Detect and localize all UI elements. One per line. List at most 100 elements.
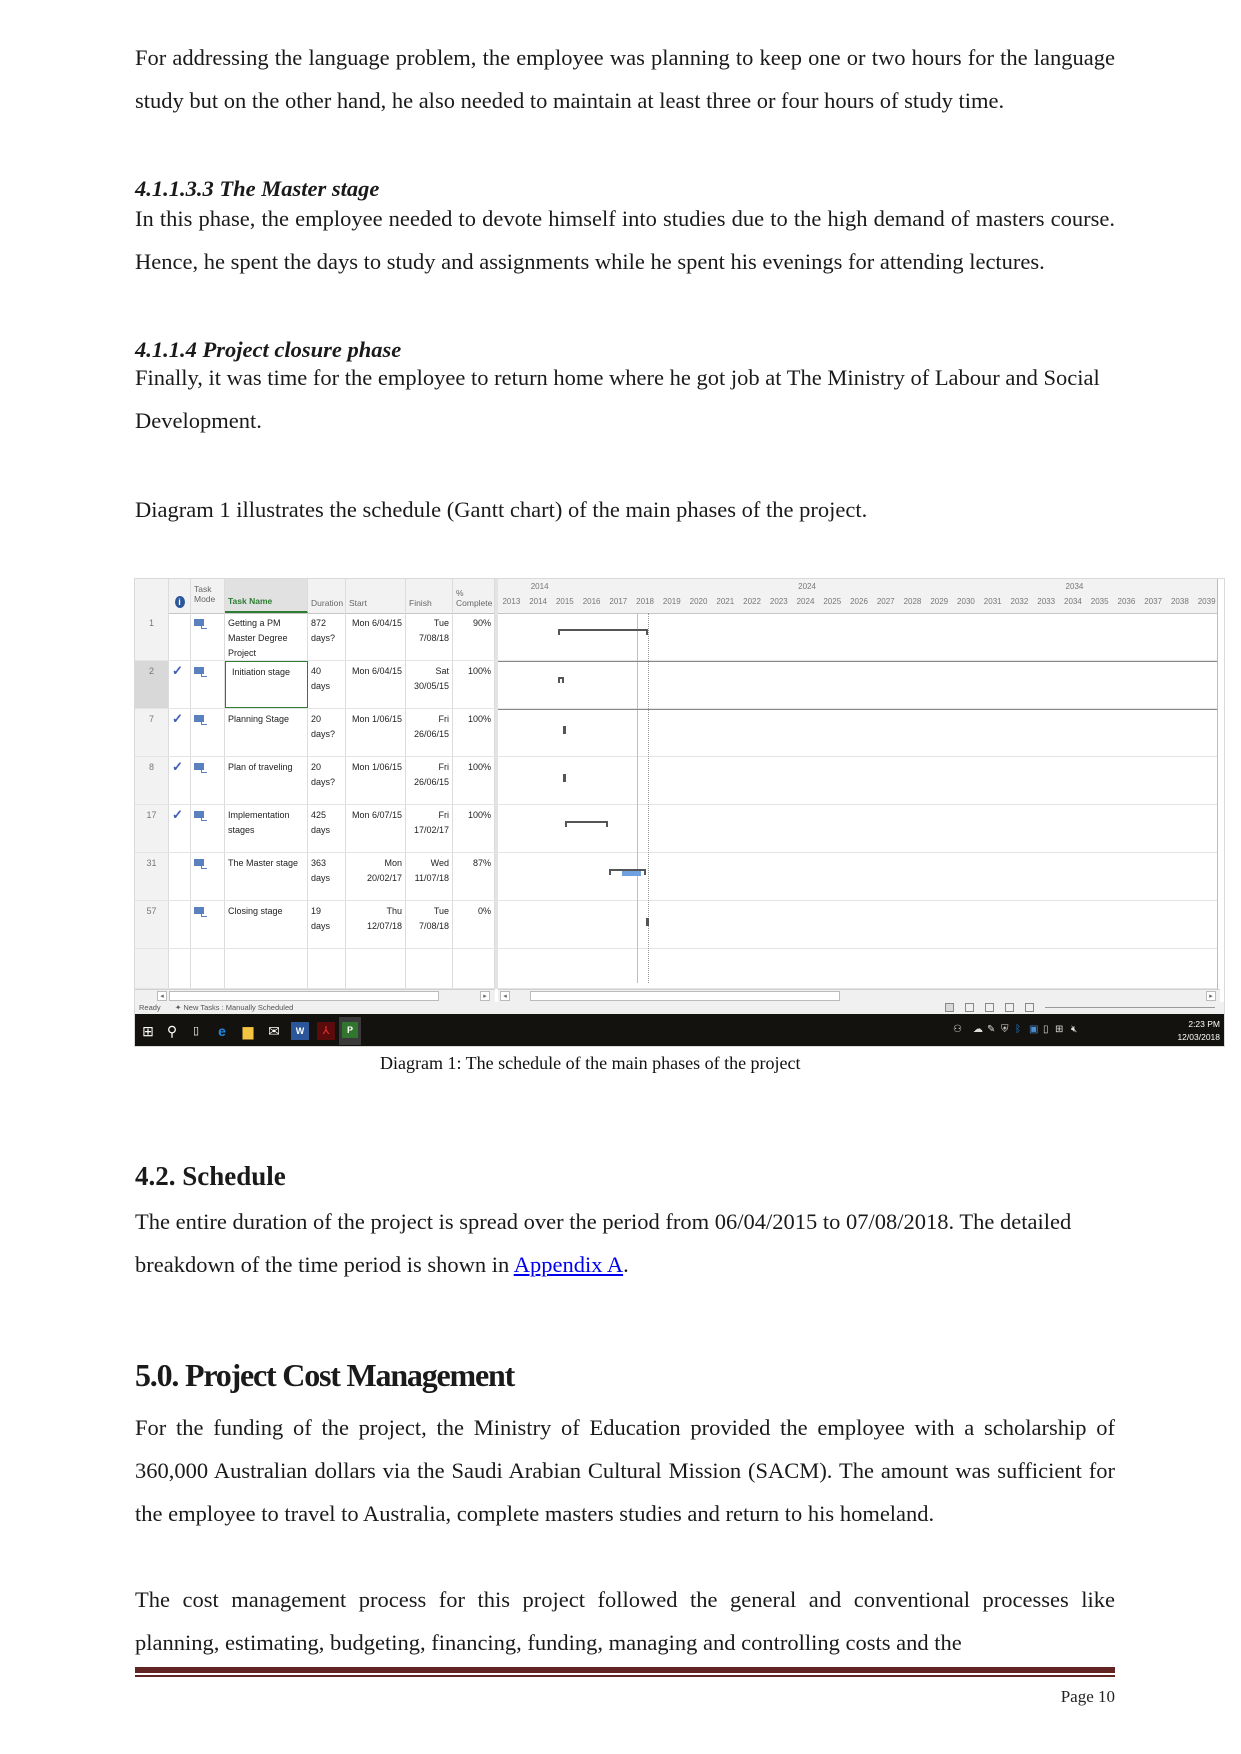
done-indicator[interactable]: [169, 853, 191, 900]
acrobat-icon[interactable]: ⅄: [317, 1022, 335, 1040]
zoom-slider[interactable]: [1045, 1007, 1215, 1008]
scroll-thumb[interactable]: [169, 991, 439, 1001]
task-mode-header[interactable]: Task Mode: [191, 579, 225, 613]
done-indicator[interactable]: ✓: [169, 757, 191, 804]
summary-bar[interactable]: [565, 821, 609, 827]
task-name[interactable]: Initiation stage: [225, 661, 308, 708]
task-finish[interactable]: Tue 7/08/18: [406, 901, 453, 948]
table-horizontal-scrollbar[interactable]: ◂ ▸: [135, 989, 495, 1003]
task-duration[interactable]: 20 days?: [308, 709, 346, 756]
task-finish[interactable]: Sat 30/05/15: [406, 661, 453, 708]
task-mode[interactable]: [191, 901, 225, 948]
scroll-right-arrow[interactable]: ▸: [1206, 991, 1216, 1001]
info-column-header[interactable]: i: [169, 579, 191, 613]
done-indicator[interactable]: ✓: [169, 805, 191, 852]
project-icon[interactable]: P: [339, 1017, 361, 1045]
task-start[interactable]: Mon 6/07/15: [346, 805, 406, 852]
complete-header[interactable]: % Complete: [453, 579, 495, 613]
task-mode[interactable]: [191, 709, 225, 756]
empty-cell[interactable]: [191, 949, 225, 988]
row-number[interactable]: 31: [135, 853, 169, 900]
task-complete[interactable]: 90%: [453, 613, 495, 660]
task-name[interactable]: The Master stage: [225, 853, 308, 900]
summary-bar[interactable]: [558, 629, 648, 635]
task-finish[interactable]: Fri 26/06/15: [406, 709, 453, 756]
task-name-header[interactable]: Task Name: [225, 579, 308, 613]
new-tasks-mode[interactable]: ✦ New Tasks : Manually Scheduled: [175, 1003, 293, 1012]
milestone-bar[interactable]: [562, 726, 566, 734]
word-icon[interactable]: W: [291, 1022, 309, 1040]
task-duration[interactable]: 425 days: [308, 805, 346, 852]
app-tray-icon[interactable]: ▣: [1029, 1024, 1038, 1035]
row-number[interactable]: 7: [135, 709, 169, 756]
row-number[interactable]: 57: [135, 901, 169, 948]
task-complete[interactable]: 0%: [453, 901, 495, 948]
scroll-left-arrow[interactable]: ◂: [157, 991, 167, 1001]
done-indicator[interactable]: [169, 613, 191, 660]
done-indicator[interactable]: ✓: [169, 709, 191, 756]
task-start[interactable]: Mon 1/06/15: [346, 709, 406, 756]
task-duration[interactable]: 872 days?: [308, 613, 346, 660]
task-start[interactable]: Mon 1/06/15: [346, 757, 406, 804]
defender-icon[interactable]: ⛨: [1001, 1024, 1009, 1035]
done-indicator[interactable]: [169, 901, 191, 948]
empty-cell[interactable]: [346, 949, 406, 988]
task-mode[interactable]: [191, 613, 225, 660]
team-planner-view-icon[interactable]: [985, 1003, 994, 1012]
task-finish[interactable]: Fri 26/06/15: [406, 757, 453, 804]
task-name[interactable]: Plan of traveling: [225, 757, 308, 804]
system-clock[interactable]: 2:23 PM 12/03/2018: [1177, 1018, 1220, 1044]
task-name[interactable]: Getting a PM Master Degree Project: [225, 613, 308, 660]
task-finish[interactable]: Wed 11/07/18: [406, 853, 453, 900]
progress-bar[interactable]: [621, 871, 642, 876]
milestone-bar[interactable]: [645, 918, 649, 926]
edge-icon[interactable]: e: [213, 1022, 231, 1040]
row-number[interactable]: 2: [135, 661, 169, 708]
resource-sheet-view-icon[interactable]: [1005, 1003, 1014, 1012]
search-icon[interactable]: ⚲: [163, 1022, 181, 1040]
vertical-scrollbar[interactable]: [1217, 579, 1224, 989]
task-duration[interactable]: 20 days?: [308, 757, 346, 804]
task-finish[interactable]: Tue 7/08/18: [406, 613, 453, 660]
duration-header[interactable]: Duration: [308, 579, 346, 613]
windows-start-icon[interactable]: ⊞: [139, 1022, 157, 1040]
scroll-right-arrow[interactable]: ▸: [480, 991, 490, 1001]
pen-icon[interactable]: ✎: [987, 1024, 995, 1035]
scroll-left-arrow[interactable]: ◂: [500, 991, 510, 1001]
empty-cell[interactable]: [135, 949, 169, 988]
empty-cell[interactable]: [225, 949, 308, 988]
scroll-thumb[interactable]: [530, 991, 840, 1001]
task-duration[interactable]: 40 days: [308, 661, 346, 708]
volume-muted-icon[interactable]: 🔇︎: [1071, 1024, 1077, 1035]
people-icon[interactable]: ⚇: [953, 1024, 962, 1035]
task-start[interactable]: Mon 6/04/15: [346, 613, 406, 660]
task-usage-view-icon[interactable]: [965, 1003, 974, 1012]
summary-bar[interactable]: [558, 677, 565, 683]
appendix-a-link[interactable]: Appendix A: [514, 1252, 623, 1277]
network-icon[interactable]: ⊞: [1055, 1024, 1063, 1035]
cloud-icon[interactable]: ☁: [973, 1024, 983, 1035]
file-explorer-icon[interactable]: ▆: [239, 1022, 257, 1040]
task-name[interactable]: Implementation stages: [225, 805, 308, 852]
row-number[interactable]: 8: [135, 757, 169, 804]
done-indicator[interactable]: ✓: [169, 661, 191, 708]
task-complete[interactable]: 100%: [453, 661, 495, 708]
task-complete[interactable]: 100%: [453, 757, 495, 804]
task-name[interactable]: Closing stage: [225, 901, 308, 948]
task-name[interactable]: Planning Stage: [225, 709, 308, 756]
finish-header[interactable]: Finish: [406, 579, 453, 613]
empty-cell[interactable]: [453, 949, 495, 988]
task-mode[interactable]: [191, 757, 225, 804]
row-number[interactable]: 1: [135, 613, 169, 660]
task-mode[interactable]: [191, 853, 225, 900]
task-finish[interactable]: Fri 17/02/17: [406, 805, 453, 852]
row-number[interactable]: 17: [135, 805, 169, 852]
task-complete[interactable]: 100%: [453, 805, 495, 852]
task-start[interactable]: Mon 6/04/15: [346, 661, 406, 708]
task-mode[interactable]: [191, 805, 225, 852]
mail-icon[interactable]: ✉: [265, 1022, 283, 1040]
empty-cell[interactable]: [308, 949, 346, 988]
milestone-bar[interactable]: [562, 774, 566, 782]
start-header[interactable]: Start: [346, 579, 406, 613]
task-view-icon[interactable]: ▯: [187, 1022, 205, 1040]
